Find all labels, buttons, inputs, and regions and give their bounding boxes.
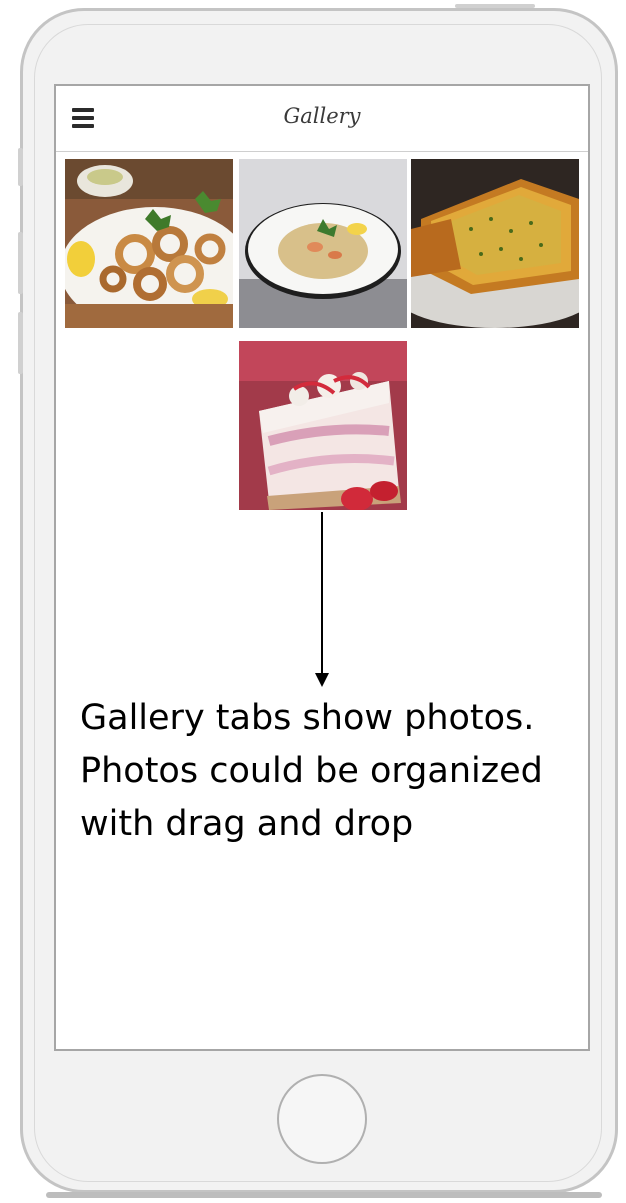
- phone-shadow: [46, 1192, 602, 1198]
- mute-switch: [18, 148, 23, 186]
- garlic-bread-photo[interactable]: [411, 159, 579, 328]
- garlic-bread-image: [411, 159, 579, 328]
- power-button: [455, 4, 535, 8]
- home-button[interactable]: [277, 1074, 367, 1164]
- annotation-arrow-head: [315, 673, 329, 687]
- annotation-arrow-line: [321, 512, 323, 674]
- fried-calamari-image: [65, 159, 233, 328]
- app-header: Gallery: [56, 86, 588, 152]
- fried-calamari-photo[interactable]: [65, 159, 233, 328]
- annotation-text: Gallery tabs show photos. Photos could b…: [80, 698, 543, 844]
- strawberry-cheesecake-photo[interactable]: [239, 341, 407, 510]
- page-title: Gallery: [283, 104, 361, 128]
- volume-up-button: [18, 232, 23, 294]
- risotto-photo[interactable]: [239, 159, 407, 328]
- strawberry-cheesecake-image: [239, 341, 407, 510]
- risotto-image: [239, 159, 407, 328]
- volume-down-button: [18, 312, 23, 374]
